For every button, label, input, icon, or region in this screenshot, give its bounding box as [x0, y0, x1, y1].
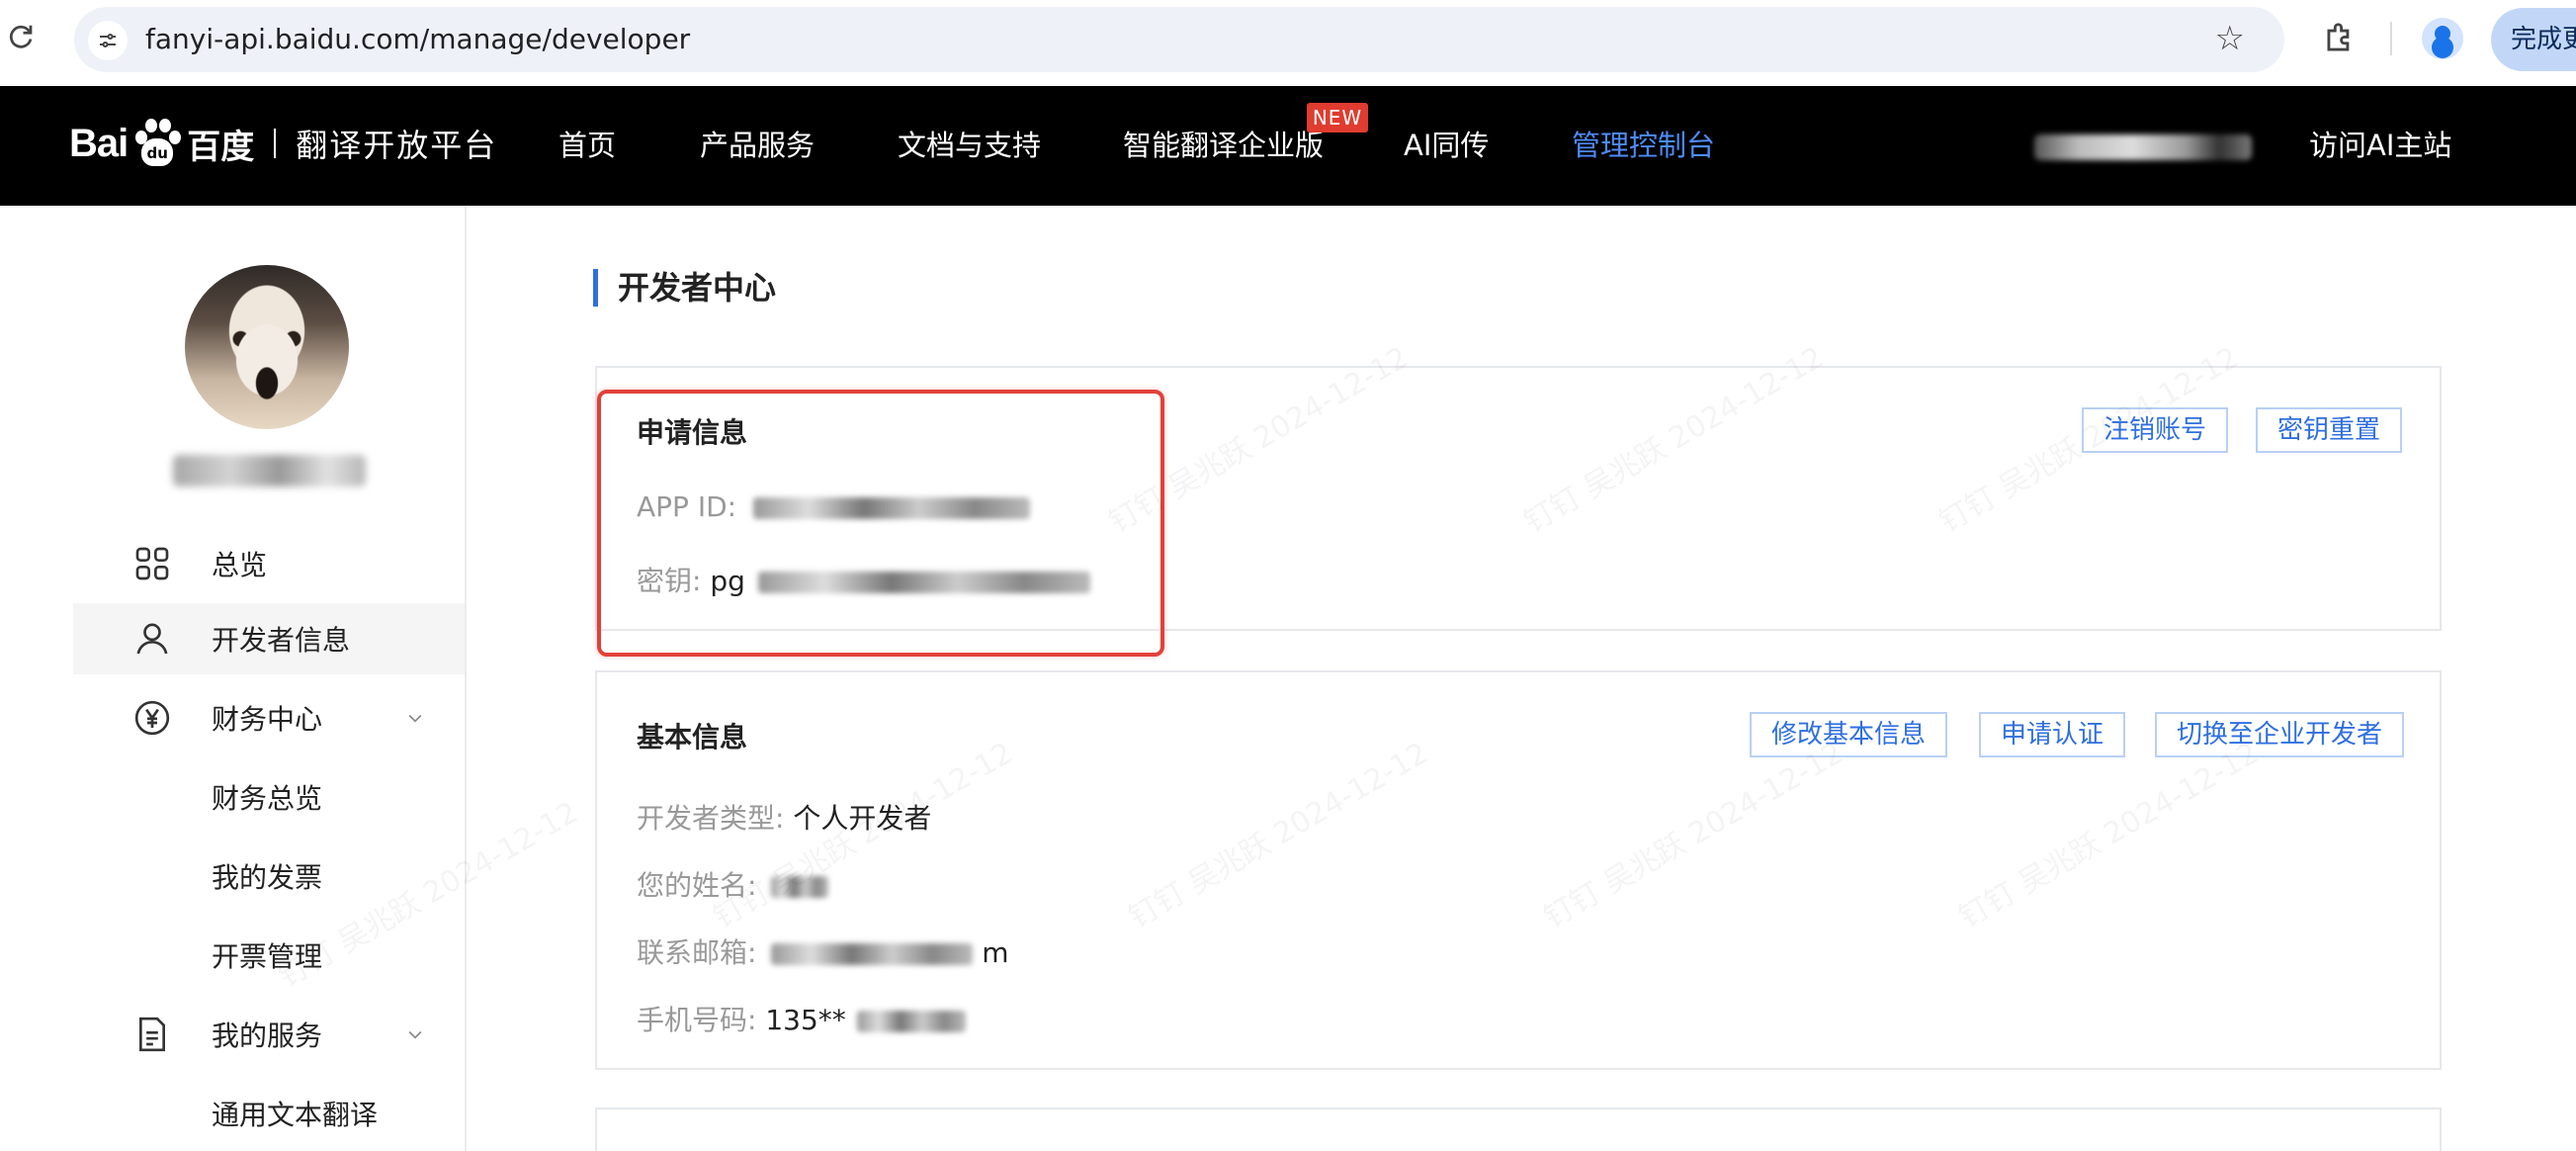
secret-key-prefix: pg — [710, 565, 745, 597]
username-blurred[interactable] — [2034, 134, 2252, 160]
developer-type-label: 开发者类型: — [637, 802, 785, 835]
sidebar-item-label: 开发者信息 — [212, 624, 351, 657]
grid-icon — [135, 547, 169, 580]
bookmark-star-icon[interactable]: ☆ — [2215, 21, 2245, 56]
yen-icon — [134, 700, 170, 736]
browser-toolbar: fanyi-api.baidu.com/manage/developer ☆ 完… — [0, 0, 2576, 86]
chevron-down-icon — [408, 1030, 422, 1039]
sidebar-item-finance[interactable]: 财务中心 — [73, 682, 465, 753]
sidebar-item-label: 开票管理 — [212, 940, 323, 973]
phone-value: 135** — [765, 1004, 846, 1036]
sidebar-item-invoice-management[interactable]: 开票管理 — [73, 920, 465, 991]
edit-basic-info-button[interactable]: 修改基本信息 — [1750, 712, 1948, 757]
sidebar-item-label: 我的发票 — [212, 861, 323, 894]
sidebar-item-finance-overview[interactable]: 财务总览 — [73, 761, 465, 833]
nav-console[interactable]: 管理控制台 — [1572, 86, 1715, 206]
sidebar-item-developer-info[interactable]: 开发者信息 — [73, 603, 465, 674]
finish-update-button[interactable]: 完成更 — [2491, 8, 2576, 71]
email-row: 联系邮箱: m — [637, 931, 1009, 971]
phone-value-blurred — [856, 1011, 966, 1032]
extensions-icon[interactable] — [2321, 20, 2359, 57]
chevron-down-icon — [408, 714, 422, 723]
email-value-blurred — [771, 943, 974, 965]
nav-ai-interpretation[interactable]: AI同传 — [1404, 86, 1489, 206]
nav-home[interactable]: 首页 — [558, 86, 616, 206]
logo-divider — [274, 129, 277, 158]
sidebar-item-text-translation[interactable]: 通用文本翻译 — [73, 1078, 465, 1149]
basic-info-card: 基本信息 开发者类型: 个人开发者 您的姓名: 联系邮箱: m 手机号码: 13… — [595, 670, 2442, 1070]
nav-products[interactable]: 产品服务 — [700, 86, 815, 206]
app-id-row: APP ID: — [637, 490, 1030, 523]
name-row: 您的姓名: — [637, 864, 829, 904]
developer-type-row: 开发者类型: 个人开发者 — [637, 797, 931, 837]
reload-icon[interactable] — [6, 22, 36, 51]
address-bar[interactable]: fanyi-api.baidu.com/manage/developer ☆ — [74, 7, 2284, 72]
phone-label: 手机号码: — [637, 1004, 757, 1036]
profile-avatar-icon[interactable] — [2422, 18, 2463, 59]
nav-docs[interactable]: 文档与支持 — [898, 86, 1041, 206]
secret-key-label: 密钥: — [637, 565, 702, 597]
email-label: 联系邮箱: — [637, 936, 757, 969]
new-badge: NEW — [1307, 103, 1368, 133]
basic-info-title: 基本信息 — [637, 721, 748, 753]
cancel-account-button[interactable]: 注销账号 — [2082, 407, 2229, 453]
avatar — [185, 265, 349, 429]
email-suffix: m — [982, 936, 1009, 969]
document-icon — [139, 1017, 165, 1052]
app-id-label: APP ID: — [637, 490, 737, 523]
app-id-value-blurred — [752, 497, 1030, 519]
page-title: 开发者中心 — [593, 269, 776, 307]
sidebar-item-my-invoices[interactable]: 我的发票 — [73, 841, 465, 912]
sidebar-item-label: 我的服务 — [212, 1019, 323, 1052]
logo-du-text: du — [141, 138, 174, 166]
reset-key-button[interactable]: 密钥重置 — [2256, 407, 2403, 453]
phone-row: 手机号码: 135** — [637, 999, 966, 1038]
site-header: Bai du 百度 翻译开放平台 首页 产品服务 文档与支持 智能翻译企业版 A… — [0, 86, 2576, 206]
secret-key-value-blurred — [757, 572, 1090, 593]
name-value-blurred — [771, 876, 829, 898]
sidebar-item-my-services[interactable]: 我的服务 — [73, 999, 465, 1070]
user-icon — [136, 623, 168, 655]
sidebar-item-overview[interactable]: 总览 — [73, 528, 465, 599]
baidu-logo[interactable]: Bai du 百度 翻译开放平台 — [69, 114, 497, 173]
apply-certification-button[interactable]: 申请认证 — [1979, 712, 2126, 757]
toolbar-separator — [2390, 22, 2392, 55]
sidebar-item-label: 财务总览 — [212, 782, 323, 815]
secret-key-row: 密钥: pg — [637, 560, 1090, 599]
logo-cn-text: 百度 — [187, 127, 255, 167]
nav-visit-ai[interactable]: 访问AI主站 — [2309, 86, 2451, 206]
sidebar-username-blurred — [173, 455, 366, 487]
sidebar-item-label: 通用文本翻译 — [212, 1099, 379, 1131]
site-info-icon[interactable] — [88, 21, 128, 60]
switch-enterprise-button[interactable]: 切换至企业开发者 — [2155, 712, 2405, 757]
sidebar: 总览 开发者信息 财务中心 财务总览 我的发票 开票管理 我的服务 通用文本翻译 — [0, 206, 467, 1151]
sidebar-item-label: 总览 — [212, 549, 268, 581]
application-info-title: 申请信息 — [637, 416, 748, 449]
next-card — [595, 1107, 2442, 1151]
sidebar-item-label: 财务中心 — [212, 703, 323, 736]
application-info-card: 申请信息 APP ID: 密钥: pg 注销账号 密钥重置 — [595, 366, 2442, 631]
name-label: 您的姓名: — [637, 869, 757, 902]
logo-bai-text: Bai — [69, 121, 129, 165]
developer-type-value: 个人开发者 — [793, 802, 932, 835]
url-text[interactable]: fanyi-api.baidu.com/manage/developer — [145, 23, 690, 55]
paw-logo-icon: du — [131, 119, 183, 168]
nav-enterprise[interactable]: 智能翻译企业版 — [1123, 86, 1324, 206]
platform-name: 翻译开放平台 — [296, 127, 498, 164]
